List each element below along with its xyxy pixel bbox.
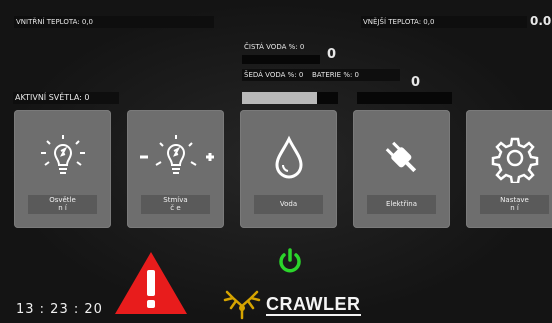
dashboard-screen: VNITŘNÍ TEPLOTA: 0,0 VNĚJŠÍ TEPLOTA: 0,0… [0,0,552,323]
clean-water-value: 0 [327,47,337,62]
tile-water-label-text: Voda [279,200,298,208]
lightbulb-icon [14,128,111,188]
brand-logo: CRAWLER [221,286,361,322]
tile-water-label: Voda [254,195,323,214]
clock: 13 : 23 : 20 [16,302,103,317]
power-button[interactable] [276,247,304,275]
warning-button[interactable] [113,250,189,316]
tile-electric[interactable]: Elektřina [353,110,450,228]
outside-temp-label: VNĚJŠÍ TEPLOTA: 0,0 [361,16,527,28]
tile-electric-label: Elektřina [367,195,436,214]
tile-water[interactable]: Voda [240,110,337,228]
clean-water-level-bar [242,92,338,104]
warning-icon [115,252,187,314]
tile-dimmer[interactable]: Stmíva č e [127,110,224,228]
clean-water-redaction [242,55,320,64]
battery-label: BATERIE %: 0 [310,69,400,81]
inside-temp-label: VNITŘNÍ TEPLOTA: 0,0 [14,16,214,28]
outside-temp-value: 0.0 [530,14,552,28]
power-icon [279,248,301,273]
tile-lights[interactable]: Osvětle n í [14,110,111,228]
tile-settings-label-text: Nastave n í [500,196,529,212]
battery-level-bar [357,92,452,104]
tile-settings-label: Nastave n í [480,195,549,214]
water-drop-icon [240,128,337,188]
brand-name: CRAWLER [266,294,361,316]
tile-settings[interactable]: Nastave n í [466,110,552,228]
antlers-icon [223,290,261,320]
clean-water-level-fill [242,92,317,104]
active-lights-label: AKTIVNÍ SVĚTLA: 0 [13,92,119,104]
gear-icon [466,128,552,188]
tile-lights-label-text: Osvětle n í [49,196,76,212]
clean-water-label: ČISTÁ VODA %: 0 [244,43,305,51]
tile-dimmer-label: Stmíva č e [141,195,210,214]
battery-value: 0 [411,75,421,90]
tile-dimmer-label-text: Stmíva č e [163,196,188,212]
tile-lights-label: Osvětle n í [28,195,97,214]
tile-electric-label-text: Elektřina [385,200,418,208]
plug-icon [353,128,450,188]
dimmer-icon [127,128,224,188]
